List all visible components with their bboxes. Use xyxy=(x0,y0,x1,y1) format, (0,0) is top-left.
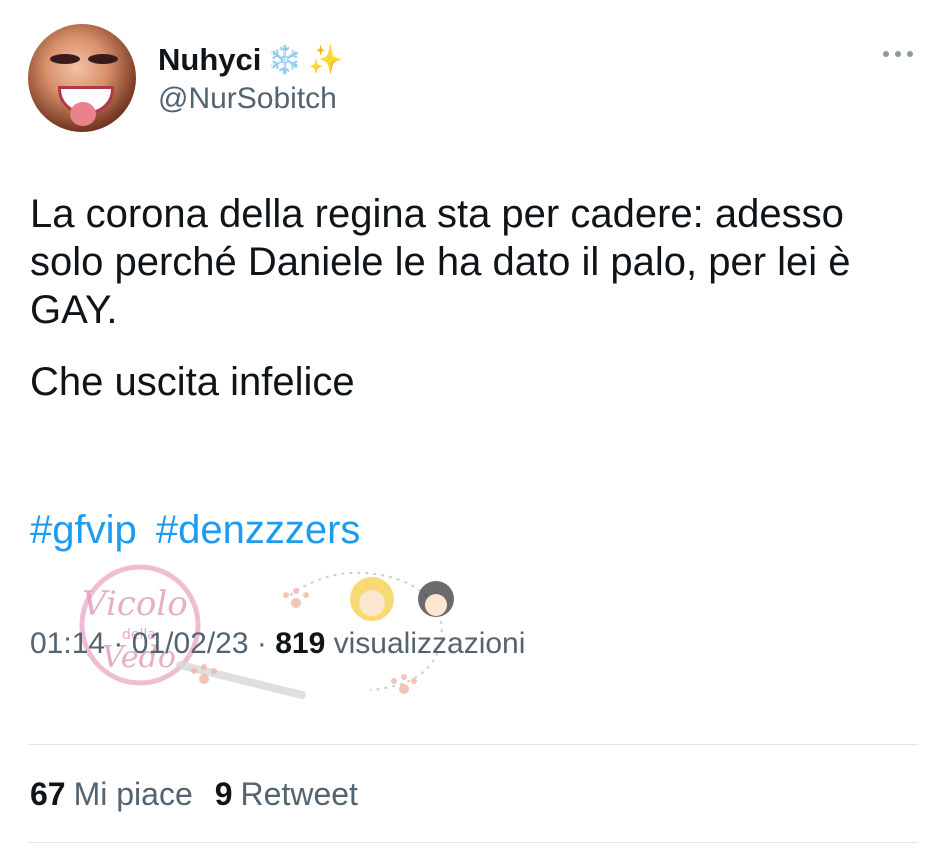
dot xyxy=(907,51,913,57)
separator: · xyxy=(256,627,267,660)
dot xyxy=(883,51,889,57)
more-options-icon[interactable] xyxy=(878,46,918,62)
avatar[interactable] xyxy=(28,24,136,132)
display-name[interactable]: Nuhyci xyxy=(158,42,261,78)
avatar-detail xyxy=(70,102,96,126)
retweets-label: Retweet xyxy=(240,776,358,812)
tweet-date[interactable]: 01/02/23 xyxy=(132,627,249,660)
cartoon-girl-icon xyxy=(350,577,454,621)
likes-label: Mi piace xyxy=(73,776,193,812)
divider xyxy=(28,744,918,745)
tweet-card: Nuhyci ❄️ ✨ @NurSobitch La corona della … xyxy=(0,0,946,868)
tweet-text: La corona della regina sta per cadere: a… xyxy=(30,190,910,430)
avatar-detail xyxy=(50,54,80,64)
hashtags: #gfvip #denzzzers xyxy=(30,506,368,554)
user-handle[interactable]: @NurSobitch xyxy=(158,82,337,116)
separator: · xyxy=(113,627,124,660)
retweets-count: 9 xyxy=(214,776,233,812)
engagement-stats: 67 Mi piace 9 Retweet xyxy=(30,772,358,816)
likes-count: 67 xyxy=(30,776,66,812)
views-count: 819 xyxy=(275,627,326,660)
retweets-stat[interactable]: 9 Retweet xyxy=(215,772,358,816)
sparkles-icon: ✨ xyxy=(308,44,344,75)
hashtag-link[interactable]: #gfvip xyxy=(30,508,137,552)
avatar-detail xyxy=(88,54,118,64)
tweet-paragraph: La corona della regina sta per cadere: a… xyxy=(30,192,851,332)
tweet-header: Nuhyci ❄️ ✨ @NurSobitch xyxy=(28,24,918,134)
dot xyxy=(895,51,901,57)
tweet-meta: 01:14 · 01/02/23 · 819 visualizzazioni xyxy=(30,624,525,664)
views-label: visualizzazioni xyxy=(333,627,526,660)
snowflake-icon: ❄️ xyxy=(267,44,303,75)
watermark-text: Vicolo xyxy=(82,584,188,624)
divider xyxy=(28,842,918,843)
name-row[interactable]: Nuhyci ❄️ ✨ xyxy=(158,40,343,80)
tweet-paragraph: Che uscita infelice xyxy=(30,360,355,404)
hashtag-link[interactable]: #denzzzers xyxy=(156,508,361,552)
tweet-time[interactable]: 01:14 xyxy=(30,627,105,660)
likes-stat[interactable]: 67 Mi piace xyxy=(30,772,193,816)
